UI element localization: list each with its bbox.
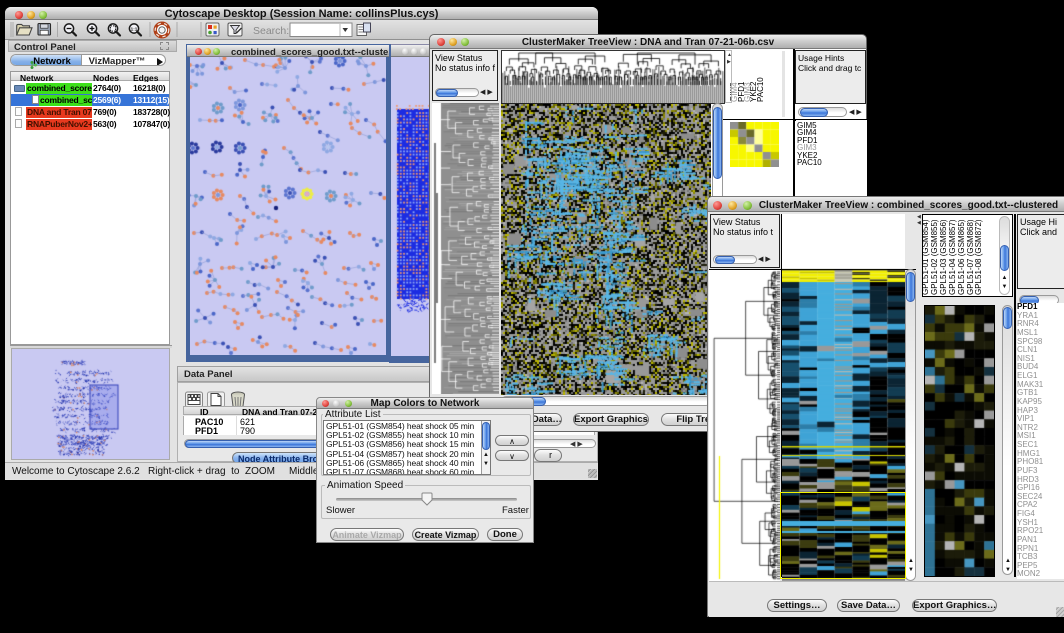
svg-text:Search:: Search: xyxy=(253,25,289,37)
svg-text:1:1: 1:1 xyxy=(131,27,138,32)
